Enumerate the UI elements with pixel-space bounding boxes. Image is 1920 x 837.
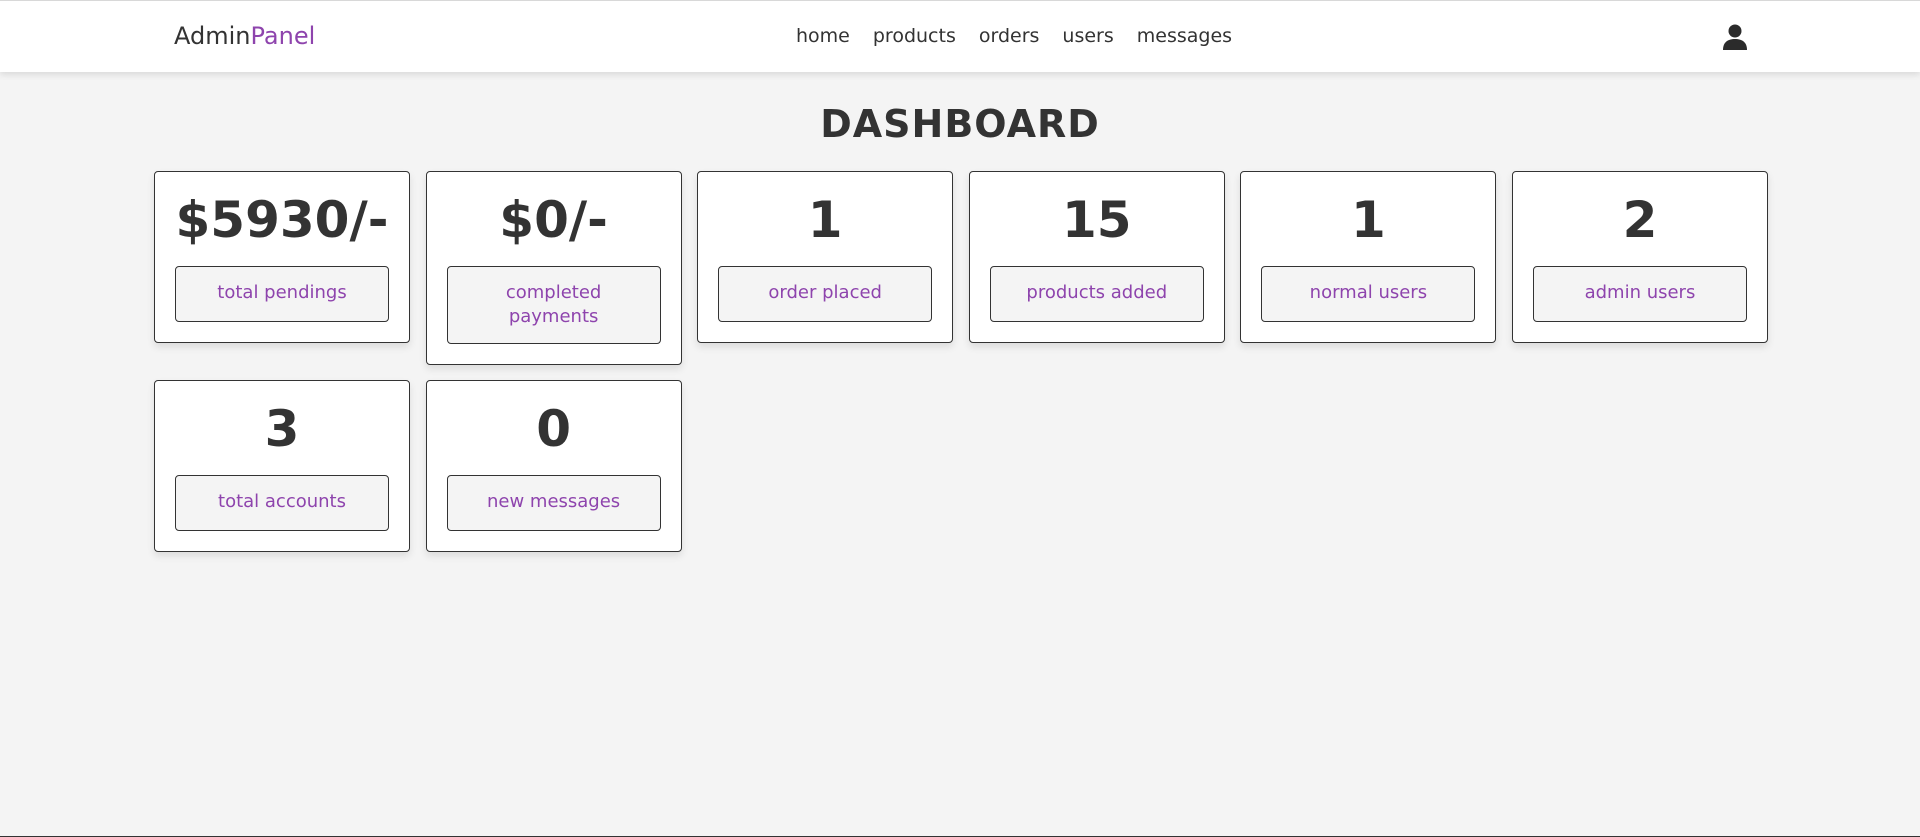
total-accounts-button[interactable]: total accounts <box>175 475 389 531</box>
user-icon[interactable] <box>1721 23 1749 51</box>
logo[interactable]: AdminPanel <box>174 22 315 50</box>
stat-value: 15 <box>1061 191 1132 249</box>
nav-users-link[interactable]: users <box>1062 25 1113 47</box>
header: AdminPanel home products orders users me… <box>0 0 1920 72</box>
nav-messages-link[interactable]: messages <box>1137 25 1232 47</box>
stat-value: $5930/- <box>175 191 389 249</box>
logo-accent-text: Panel <box>250 22 316 50</box>
stat-card-normal-users: 1 normal users <box>1240 171 1497 343</box>
stat-value: $0/- <box>499 191 608 249</box>
order-placed-button[interactable]: order placed <box>718 266 933 322</box>
stat-card-order-placed: 1 order placed <box>697 171 954 343</box>
stat-card-completed-payments: $0/- completed payments <box>425 171 682 365</box>
stat-card-new-messages: 0 new messages <box>425 380 682 552</box>
nav-home-link[interactable]: home <box>796 25 850 47</box>
stat-card-products-added: 15 products added <box>968 171 1225 343</box>
stat-value: 3 <box>264 400 300 458</box>
completed-payments-button[interactable]: completed payments <box>446 266 661 344</box>
products-added-button[interactable]: products added <box>989 266 1204 322</box>
logo-main-text: Admin <box>174 22 251 50</box>
stat-card-admin-users: 2 admin users <box>1511 171 1768 343</box>
new-messages-button[interactable]: new messages <box>446 475 661 531</box>
admin-users-button[interactable]: admin users <box>1532 266 1747 322</box>
dashboard-grid: $5930/- total pendings $0/- completed pa… <box>154 171 1768 552</box>
total-pendings-button[interactable]: total pendings <box>175 266 389 322</box>
nav-orders-link[interactable]: orders <box>979 25 1040 47</box>
stat-card-total-accounts: 3 total accounts <box>154 380 410 552</box>
stat-card-total-pendings: $5930/- total pendings <box>154 171 410 343</box>
stat-value: 1 <box>1350 191 1386 249</box>
main-nav: home products orders users messages <box>796 25 1232 47</box>
stat-value: 2 <box>1622 191 1658 249</box>
stat-value: 1 <box>807 191 843 249</box>
stat-value: 0 <box>536 400 571 458</box>
normal-users-button[interactable]: normal users <box>1261 266 1476 322</box>
page-title: DASHBOARD <box>820 102 1100 146</box>
nav-products-link[interactable]: products <box>873 25 956 47</box>
